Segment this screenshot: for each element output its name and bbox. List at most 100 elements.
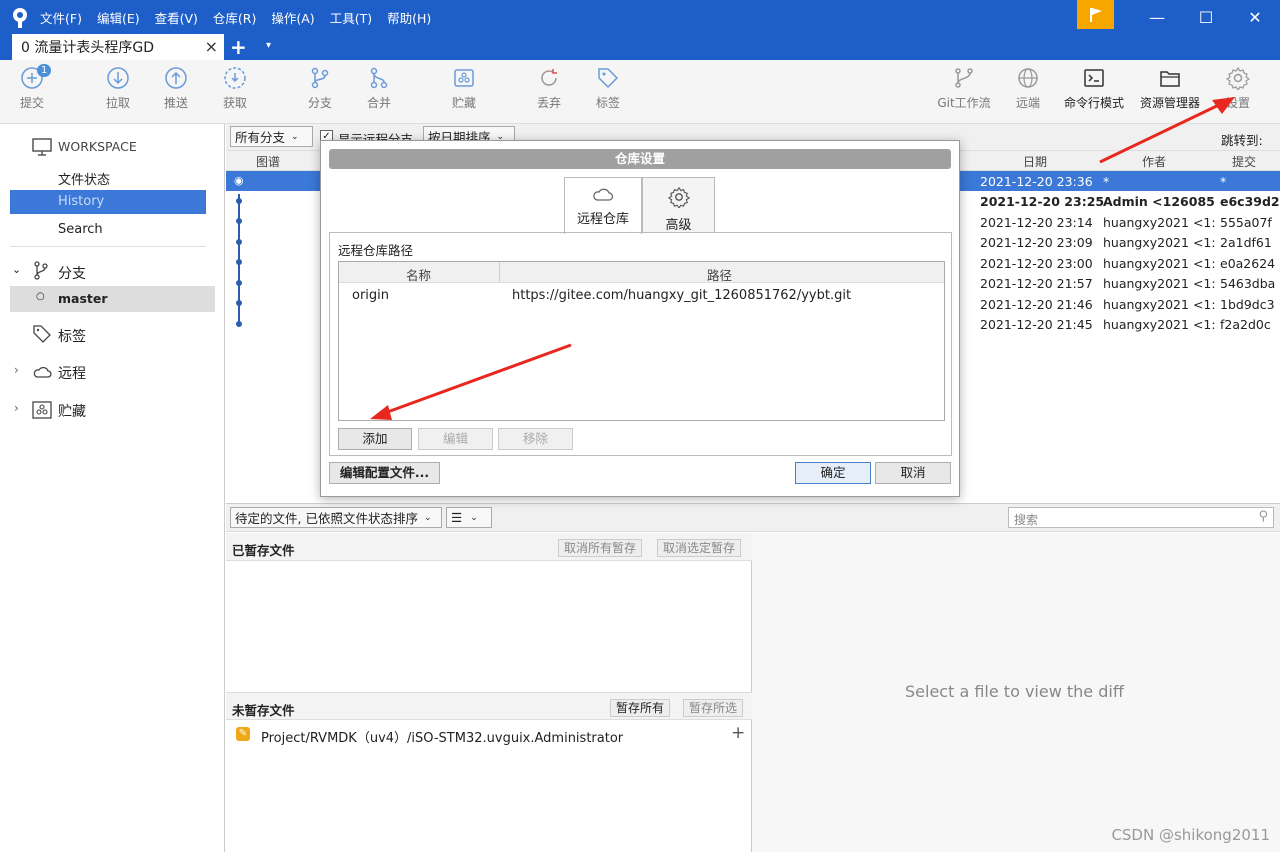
stage-file-plus-icon[interactable]: + bbox=[731, 723, 745, 743]
row-author: Admin <126085 bbox=[1103, 194, 1215, 209]
cancel-button[interactable]: 取消 bbox=[875, 462, 951, 484]
row-author: huangxy2021 <1: bbox=[1103, 317, 1216, 332]
sidebar-item-history-label: History bbox=[58, 194, 105, 209]
sidebar-item-search[interactable]: Search bbox=[58, 222, 103, 237]
sidebar-item-file-status[interactable]: 文件状态 bbox=[58, 169, 110, 188]
branch-master-label: master bbox=[58, 291, 108, 306]
fetch-label: 获取 bbox=[222, 96, 247, 110]
tab-remote-label: 远程仓库 bbox=[576, 212, 629, 227]
col-commit[interactable]: 提交 bbox=[1232, 153, 1256, 170]
sidebar-item-history[interactable]: History bbox=[10, 190, 206, 214]
col-graph[interactable]: 图谱 bbox=[256, 153, 280, 170]
pull-button[interactable]: 拉取 bbox=[90, 66, 146, 111]
branch-item-master[interactable]: ○ master bbox=[10, 286, 215, 312]
list-item[interactable]: ✎ Project/RVMDK（uv4）/iSO-STM32.uvguix.Ad… bbox=[226, 723, 752, 746]
menu-repo[interactable]: 仓库(R) bbox=[213, 8, 256, 27]
tag-icon bbox=[598, 68, 619, 89]
settings-button[interactable]: 设置 bbox=[1210, 66, 1266, 111]
menu-tools[interactable]: 工具(T) bbox=[330, 8, 372, 27]
menu-view[interactable]: 查看(V) bbox=[155, 8, 198, 27]
sidebar: WORKSPACE 文件状态 History Search ⌄ 分支 ○ mas… bbox=[0, 124, 225, 852]
search-input[interactable]: 搜索 ⚲ bbox=[1008, 507, 1274, 528]
jump-to-label: 跳转到: bbox=[1221, 133, 1263, 148]
push-button[interactable]: 推送 bbox=[148, 66, 204, 111]
row-commit: 2a1df61 bbox=[1220, 235, 1272, 250]
gitflow-button[interactable]: Git工作流 bbox=[932, 66, 996, 111]
row-date: 2021-12-20 23:09 bbox=[980, 235, 1093, 250]
tab-advanced-label: 高级 bbox=[665, 218, 692, 233]
modified-file-icon: ✎ bbox=[236, 727, 250, 741]
row-date: 2021-12-20 23:25 bbox=[980, 194, 1105, 209]
unstage-all-button[interactable]: 取消所有暂存 bbox=[558, 539, 643, 557]
explorer-button[interactable]: 资源管理器 bbox=[1134, 66, 1206, 111]
remote-url: https://gitee.com/huangxy_git_1260851762… bbox=[512, 288, 852, 303]
settings-label: 设置 bbox=[1225, 96, 1250, 110]
row-author: huangxy2021 <1: bbox=[1103, 276, 1216, 291]
edit-config-button[interactable]: 编辑配置文件... bbox=[329, 462, 440, 484]
new-tab-button[interactable]: + bbox=[230, 35, 247, 59]
remote-button[interactable]: 远端 bbox=[1000, 66, 1056, 111]
minimize-button[interactable]: — bbox=[1134, 0, 1180, 34]
branches-header[interactable]: 分支 bbox=[58, 263, 86, 283]
merge-button[interactable]: 合并 bbox=[351, 66, 407, 111]
stage-selected-button[interactable]: 暂存所选 bbox=[683, 699, 744, 717]
view-mode-select[interactable]: ☰ ⌄ bbox=[446, 507, 492, 528]
remotes-header[interactable]: 远程 bbox=[58, 363, 86, 383]
branch-button[interactable]: 分支 bbox=[292, 66, 348, 111]
remotes-table-header: 名称 路径 bbox=[339, 262, 944, 283]
row-commit: 5463dba bbox=[1220, 276, 1276, 291]
column-divider bbox=[499, 262, 500, 282]
branch-icon bbox=[311, 67, 329, 89]
unstage-selected-button[interactable]: 取消选定暂存 bbox=[657, 539, 742, 557]
row-author: * bbox=[1103, 174, 1110, 189]
row-date: 2021-12-20 23:14 bbox=[980, 215, 1093, 230]
ok-button[interactable]: 确定 bbox=[795, 462, 871, 484]
repo-tab[interactable]: 0 流量计表头程序GD × bbox=[12, 34, 224, 60]
menu-help[interactable]: 帮助(H) bbox=[387, 8, 431, 27]
tag-button[interactable]: 标签 bbox=[580, 66, 636, 111]
explorer-label: 资源管理器 bbox=[1139, 96, 1200, 110]
tab-list-dropdown[interactable]: ▾ bbox=[266, 40, 271, 51]
file-status-pane: 已暂存文件 取消所有暂存 取消选定暂存 未暂存文件 暂存所有 暂存所选 ✎ Pr… bbox=[226, 533, 752, 852]
fetch-button[interactable]: 获取 bbox=[207, 66, 263, 111]
remove-remote-button[interactable]: 移除 bbox=[498, 428, 573, 450]
col-author[interactable]: 作者 bbox=[1142, 153, 1166, 170]
close-window-button[interactable]: ✕ bbox=[1232, 0, 1278, 34]
stash-button[interactable]: 贮藏 bbox=[436, 66, 492, 111]
chevron-down-icon[interactable]: ⌄ bbox=[12, 263, 21, 276]
menu-actions[interactable]: 操作(A) bbox=[271, 8, 314, 27]
remote-label: 远端 bbox=[1015, 96, 1040, 110]
unstaged-title: 未暂存文件 bbox=[232, 703, 295, 718]
edit-remote-button[interactable]: 编辑 bbox=[418, 428, 493, 450]
tags-header[interactable]: 标签 bbox=[58, 326, 86, 346]
table-row[interactable]: origin https://gitee.com/huangxy_git_126… bbox=[339, 284, 944, 306]
branch-filter-select[interactable]: 所有分支 ⌄ bbox=[230, 126, 313, 147]
chevron-down-icon: ⌄ bbox=[470, 512, 478, 523]
chevron-right-icon[interactable]: › bbox=[14, 401, 19, 415]
menu-edit[interactable]: 编辑(E) bbox=[97, 8, 140, 27]
remotes-table: 名称 路径 origin https://gitee.com/huangxy_g… bbox=[338, 261, 945, 421]
menu-bar: 文件(F) 编辑(E) 查看(V) 仓库(R) 操作(A) 工具(T) 帮助(H… bbox=[40, 0, 446, 34]
discard-button[interactable]: 丢弃 bbox=[521, 66, 577, 111]
tab-remote-repos[interactable]: 远程仓库 bbox=[564, 177, 642, 234]
push-label: 推送 bbox=[163, 96, 188, 110]
add-remote-button[interactable]: 添加 bbox=[338, 428, 412, 450]
col-name[interactable]: 名称 bbox=[406, 265, 431, 284]
commit-button[interactable]: 1 提交 bbox=[4, 64, 60, 111]
col-date[interactable]: 日期 bbox=[1023, 153, 1047, 170]
col-path[interactable]: 路径 bbox=[707, 265, 732, 284]
menu-file[interactable]: 文件(F) bbox=[40, 8, 82, 27]
tab-advanced[interactable]: 高级 bbox=[642, 177, 715, 233]
pending-sort-select[interactable]: 待定的文件, 已依照文件状态排序 ⌄ bbox=[230, 507, 442, 528]
chevron-right-icon[interactable]: › bbox=[14, 363, 19, 377]
row-commit: e0a2624 bbox=[1220, 256, 1276, 271]
merge-icon bbox=[370, 67, 388, 89]
flag-icon[interactable] bbox=[1077, 0, 1114, 29]
terminal-button[interactable]: 命令行模式 bbox=[1058, 66, 1130, 111]
row-commit: f2a2d0c bbox=[1220, 317, 1271, 332]
repo-settings-dialog: 仓库设置 远程仓库 高级 远程仓库路径 名称 路径 origin https:/… bbox=[320, 140, 960, 497]
stashes-header[interactable]: 贮藏 bbox=[58, 401, 86, 421]
stage-all-button[interactable]: 暂存所有 bbox=[610, 699, 671, 717]
close-tab-icon[interactable]: × bbox=[205, 37, 218, 56]
maximize-button[interactable]: ☐ bbox=[1183, 0, 1229, 34]
